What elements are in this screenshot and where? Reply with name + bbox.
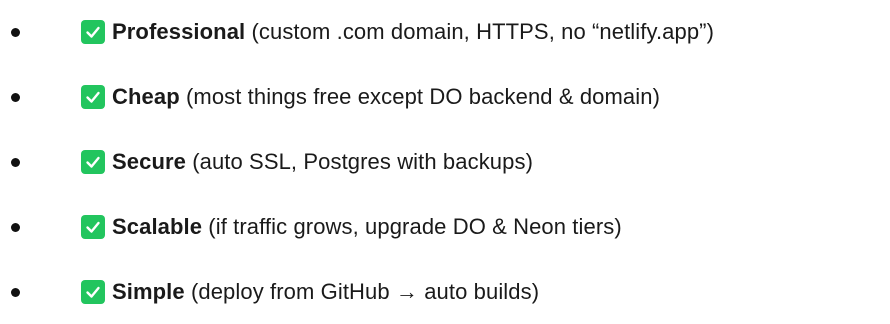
- item-detail: (if traffic grows, upgrade DO & Neon tie…: [202, 213, 622, 239]
- item-title: Scalable: [112, 213, 203, 239]
- checkmark-icon: [81, 214, 105, 239]
- item-detail: (auto SSL, Postgres with backups): [185, 148, 533, 174]
- item-detail: (custom .com domain, HTTPS, no “netlify.…: [245, 19, 715, 45]
- list-item: Secure (auto SSL, Postgres with backups): [0, 130, 890, 195]
- benefits-list: Professional (custom .com domain, HTTPS,…: [0, 0, 890, 324]
- item-text: Simple (deploy from GitHub → auto builds…: [112, 278, 539, 306]
- list-item: Simple (deploy from GitHub → auto builds…: [0, 259, 890, 324]
- bullet-icon: [11, 28, 20, 38]
- item-text: Professional (custom .com domain, HTTPS,…: [112, 18, 714, 46]
- item-text: Secure (auto SSL, Postgres with backups): [112, 148, 533, 176]
- bullet-icon: [11, 222, 20, 232]
- bullet-icon: [11, 157, 20, 167]
- item-title: Secure: [112, 148, 186, 174]
- bullet-icon: [11, 93, 20, 103]
- bullet-icon: [11, 287, 20, 297]
- item-text: Scalable (if traffic grows, upgrade DO &…: [112, 213, 622, 241]
- checkmark-icon: [81, 85, 105, 110]
- item-detail: (deploy from GitHub → auto builds): [184, 278, 540, 304]
- list-item: Professional (custom .com domain, HTTPS,…: [0, 0, 890, 65]
- item-title: Cheap: [112, 84, 180, 110]
- checkmark-icon: [81, 20, 105, 45]
- item-detail: (most things free except DO backend & do…: [179, 84, 661, 110]
- item-title: Simple: [112, 278, 185, 304]
- item-text: Cheap (most things free except DO backen…: [112, 83, 660, 111]
- list-item: Cheap (most things free except DO backen…: [0, 65, 890, 130]
- item-title: Professional: [112, 19, 246, 45]
- checkmark-icon: [81, 279, 105, 304]
- checkmark-icon: [81, 149, 105, 174]
- list-item: Scalable (if traffic grows, upgrade DO &…: [0, 194, 890, 259]
